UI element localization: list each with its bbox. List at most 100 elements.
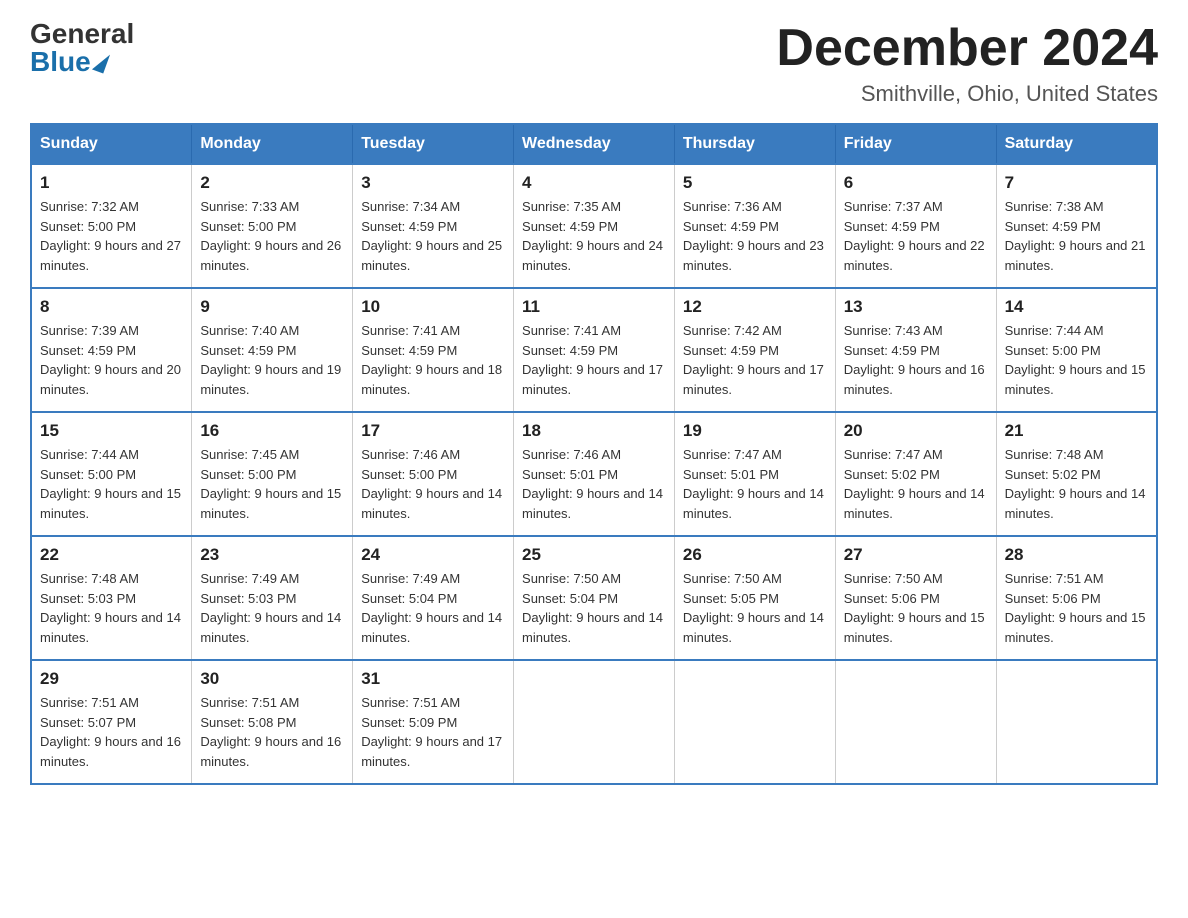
day-number: 1	[40, 173, 183, 193]
calendar-table: SundayMondayTuesdayWednesdayThursdayFrid…	[30, 123, 1158, 785]
calendar-cell: 31Sunrise: 7:51 AMSunset: 5:09 PMDayligh…	[353, 660, 514, 784]
calendar-cell: 9 Sunrise: 7:40 AMSunset: 4:59 PMDaylight…	[192, 288, 353, 412]
calendar-cell: 3 Sunrise: 7:34 AMSunset: 4:59 PMDaylight…	[353, 164, 514, 288]
logo: General Blue	[30, 20, 134, 76]
day-number: 29	[40, 669, 183, 689]
calendar-cell: 8Sunrise: 7:39 AMSunset: 4:59 PMDaylight…	[31, 288, 192, 412]
calendar-cell	[996, 660, 1157, 784]
calendar-cell: 12 Sunrise: 7:42 AMSunset: 4:59 PMDayligh…	[674, 288, 835, 412]
calendar-cell	[514, 660, 675, 784]
calendar-week-row: 22 Sunrise: 7:48 AMSunset: 5:03 PMDayligh…	[31, 536, 1157, 660]
calendar-week-row: 29 Sunrise: 7:51 AMSunset: 5:07 PMDayligh…	[31, 660, 1157, 784]
day-number: 22	[40, 545, 183, 565]
day-number: 3	[361, 173, 505, 193]
day-number: 18	[522, 421, 666, 441]
calendar-cell: 4 Sunrise: 7:35 AMSunset: 4:59 PMDaylight…	[514, 164, 675, 288]
day-header-tuesday: Tuesday	[353, 124, 514, 164]
day-info: Sunrise: 7:49 AMSunset: 5:03 PMDaylight:…	[200, 569, 344, 647]
day-info: Sunrise: 7:34 AMSunset: 4:59 PMDaylight:…	[361, 197, 505, 275]
calendar-cell: 11 Sunrise: 7:41 AMSunset: 4:59 PMDayligh…	[514, 288, 675, 412]
day-info: Sunrise: 7:39 AMSunset: 4:59 PMDaylight:…	[40, 321, 183, 399]
day-header-thursday: Thursday	[674, 124, 835, 164]
day-info: Sunrise: 7:51 AMSunset: 5:07 PMDaylight:…	[40, 693, 183, 771]
calendar-cell: 30 Sunrise: 7:51 AMSunset: 5:08 PMDayligh…	[192, 660, 353, 784]
logo-triangle-icon	[92, 51, 110, 74]
day-number: 15	[40, 421, 183, 441]
title-section: December 2024 Smithville, Ohio, United S…	[776, 20, 1158, 107]
day-info: Sunrise: 7:44 AMSunset: 5:00 PMDaylight:…	[40, 445, 183, 523]
calendar-cell: 24Sunrise: 7:49 AMSunset: 5:04 PMDayligh…	[353, 536, 514, 660]
day-info: Sunrise: 7:51 AMSunset: 5:06 PMDaylight:…	[1005, 569, 1148, 647]
day-info: Sunrise: 7:38 AMSunset: 4:59 PMDaylight:…	[1005, 197, 1148, 275]
day-number: 28	[1005, 545, 1148, 565]
location-subtitle: Smithville, Ohio, United States	[776, 81, 1158, 107]
day-info: Sunrise: 7:40 AMSunset: 4:59 PMDaylight:…	[200, 321, 344, 399]
day-number: 25	[522, 545, 666, 565]
calendar-cell: 19 Sunrise: 7:47 AMSunset: 5:01 PMDayligh…	[674, 412, 835, 536]
day-header-monday: Monday	[192, 124, 353, 164]
calendar-header-row: SundayMondayTuesdayWednesdayThursdayFrid…	[31, 124, 1157, 164]
day-info: Sunrise: 7:48 AMSunset: 5:03 PMDaylight:…	[40, 569, 183, 647]
day-info: Sunrise: 7:41 AMSunset: 4:59 PMDaylight:…	[522, 321, 666, 399]
day-number: 23	[200, 545, 344, 565]
calendar-cell: 29 Sunrise: 7:51 AMSunset: 5:07 PMDayligh…	[31, 660, 192, 784]
day-info: Sunrise: 7:41 AMSunset: 4:59 PMDaylight:…	[361, 321, 505, 399]
day-number: 27	[844, 545, 988, 565]
day-number: 10	[361, 297, 505, 317]
calendar-cell: 6Sunrise: 7:37 AMSunset: 4:59 PMDaylight…	[835, 164, 996, 288]
day-header-sunday: Sunday	[31, 124, 192, 164]
day-number: 26	[683, 545, 827, 565]
day-header-wednesday: Wednesday	[514, 124, 675, 164]
logo-blue-text: Blue	[30, 48, 109, 76]
day-info: Sunrise: 7:47 AMSunset: 5:02 PMDaylight:…	[844, 445, 988, 523]
calendar-cell: 7 Sunrise: 7:38 AMSunset: 4:59 PMDaylight…	[996, 164, 1157, 288]
day-info: Sunrise: 7:35 AMSunset: 4:59 PMDaylight:…	[522, 197, 666, 275]
day-info: Sunrise: 7:36 AMSunset: 4:59 PMDaylight:…	[683, 197, 827, 275]
calendar-cell: 17 Sunrise: 7:46 AMSunset: 5:00 PMDayligh…	[353, 412, 514, 536]
calendar-week-row: 1 Sunrise: 7:32 AMSunset: 5:00 PMDaylight…	[31, 164, 1157, 288]
day-number: 31	[361, 669, 505, 689]
day-number: 12	[683, 297, 827, 317]
month-title: December 2024	[776, 20, 1158, 77]
day-number: 5	[683, 173, 827, 193]
page-header: General Blue December 2024 Smithville, O…	[30, 20, 1158, 107]
day-number: 13	[844, 297, 988, 317]
day-info: Sunrise: 7:45 AMSunset: 5:00 PMDaylight:…	[200, 445, 344, 523]
day-info: Sunrise: 7:51 AMSunset: 5:08 PMDaylight:…	[200, 693, 344, 771]
day-info: Sunrise: 7:42 AMSunset: 4:59 PMDaylight:…	[683, 321, 827, 399]
day-number: 17	[361, 421, 505, 441]
day-number: 30	[200, 669, 344, 689]
calendar-cell: 16 Sunrise: 7:45 AMSunset: 5:00 PMDayligh…	[192, 412, 353, 536]
day-number: 7	[1005, 173, 1148, 193]
day-number: 19	[683, 421, 827, 441]
calendar-cell: 20 Sunrise: 7:47 AMSunset: 5:02 PMDayligh…	[835, 412, 996, 536]
day-number: 11	[522, 297, 666, 317]
day-number: 21	[1005, 421, 1148, 441]
day-header-saturday: Saturday	[996, 124, 1157, 164]
day-number: 4	[522, 173, 666, 193]
calendar-cell: 25 Sunrise: 7:50 AMSunset: 5:04 PMDayligh…	[514, 536, 675, 660]
day-info: Sunrise: 7:37 AMSunset: 4:59 PMDaylight:…	[844, 197, 988, 275]
day-info: Sunrise: 7:33 AMSunset: 5:00 PMDaylight:…	[200, 197, 344, 275]
calendar-cell: 28 Sunrise: 7:51 AMSunset: 5:06 PMDayligh…	[996, 536, 1157, 660]
day-info: Sunrise: 7:50 AMSunset: 5:06 PMDaylight:…	[844, 569, 988, 647]
day-info: Sunrise: 7:46 AMSunset: 5:00 PMDaylight:…	[361, 445, 505, 523]
calendar-cell	[835, 660, 996, 784]
day-number: 24	[361, 545, 505, 565]
day-info: Sunrise: 7:43 AMSunset: 4:59 PMDaylight:…	[844, 321, 988, 399]
day-header-friday: Friday	[835, 124, 996, 164]
day-number: 20	[844, 421, 988, 441]
day-info: Sunrise: 7:47 AMSunset: 5:01 PMDaylight:…	[683, 445, 827, 523]
calendar-cell: 23 Sunrise: 7:49 AMSunset: 5:03 PMDayligh…	[192, 536, 353, 660]
day-info: Sunrise: 7:50 AMSunset: 5:05 PMDaylight:…	[683, 569, 827, 647]
calendar-cell: 27 Sunrise: 7:50 AMSunset: 5:06 PMDayligh…	[835, 536, 996, 660]
day-number: 16	[200, 421, 344, 441]
calendar-week-row: 8Sunrise: 7:39 AMSunset: 4:59 PMDaylight…	[31, 288, 1157, 412]
calendar-cell: 10 Sunrise: 7:41 AMSunset: 4:59 PMDayligh…	[353, 288, 514, 412]
day-info: Sunrise: 7:32 AMSunset: 5:00 PMDaylight:…	[40, 197, 183, 275]
day-number: 9	[200, 297, 344, 317]
day-info: Sunrise: 7:50 AMSunset: 5:04 PMDaylight:…	[522, 569, 666, 647]
day-info: Sunrise: 7:48 AMSunset: 5:02 PMDaylight:…	[1005, 445, 1148, 523]
calendar-cell: 22 Sunrise: 7:48 AMSunset: 5:03 PMDayligh…	[31, 536, 192, 660]
calendar-cell: 14Sunrise: 7:44 AMSunset: 5:00 PMDayligh…	[996, 288, 1157, 412]
